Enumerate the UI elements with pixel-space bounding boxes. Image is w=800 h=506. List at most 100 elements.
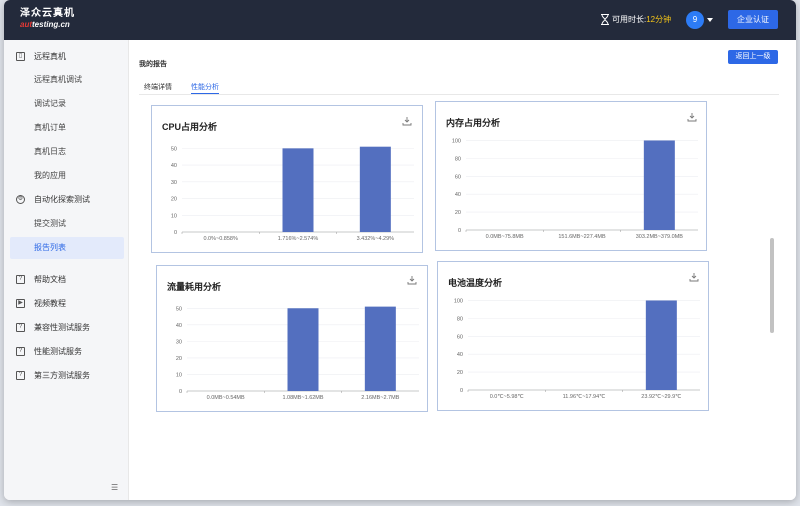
bar — [643, 140, 675, 230]
battery-temp-chart-card: 0 20 40 60 80 100 0.0℃~5.98℃ 11.96℃~17.94℃ 23.92… — [437, 261, 709, 411]
x-tick-label: 0.0MB~0.54MB — [207, 395, 245, 401]
sidebar-item-label: 帮助文档 — [34, 275, 66, 284]
sidebar-subitem-device-logs[interactable]: 真机日志 — [4, 141, 129, 163]
phone-icon: ▯ — [16, 52, 25, 61]
y-tick-label: 60 — [455, 174, 461, 180]
download-icon[interactable] — [687, 112, 697, 122]
y-tick-label: 0 — [174, 230, 177, 236]
bar — [287, 308, 319, 391]
y-tick-label: 10 — [171, 213, 177, 219]
help-icon: ? — [16, 275, 25, 284]
y-tick-label: 100 — [454, 298, 463, 304]
chevron-down-icon[interactable] — [707, 18, 713, 22]
sidebar-item-help-docs[interactable]: ? 帮助文档 — [4, 269, 129, 291]
sidebar-item-label: 远程真机 — [34, 52, 66, 61]
y-tick-label: 50 — [176, 306, 182, 312]
sidebar-item-label: 性能测试服务 — [34, 347, 82, 356]
tabs-divider — [139, 94, 779, 95]
vertical-scrollbar[interactable] — [770, 238, 774, 333]
y-tick-label: 0 — [179, 389, 182, 395]
sidebar-subitem-device-orders[interactable]: 真机订单 — [4, 117, 129, 139]
y-tick-label: 20 — [176, 356, 182, 362]
x-tick-label: 0.0MB~75.8MB — [486, 234, 524, 240]
sidebar-subitem-remote-debug[interactable]: 远程真机调试 — [4, 69, 129, 91]
sidebar-item-label: 第三方测试服务 — [34, 371, 90, 380]
collapse-menu-icon[interactable]: ☰ — [111, 484, 120, 492]
sidebar-item-video-tutorials[interactable]: ▶ 视频教程 — [4, 293, 129, 315]
sidebar-subitem-debug-records[interactable]: 调试记录 — [4, 93, 129, 115]
sidebar-item-compat-service[interactable]: ? 兼容性测试服务 — [4, 317, 129, 339]
bar — [359, 146, 391, 232]
app-window: 泽众云真机 auttesting.cn 可用时长:12分钟 9 企业认证 ▯ 远… — [4, 0, 796, 500]
y-tick-label: 80 — [455, 156, 461, 162]
sidebar: ▯ 远程真机 远程真机调试 调试记录 真机订单 真机日志 我的应用 ⚙ 自动化探… — [4, 40, 129, 500]
logo-cn-text: 泽众云真机 — [20, 8, 75, 19]
cpu-chart-card: 0 10 20 30 40 50 0.0%~0.858% 1.716%~2.574% 3.432… — [151, 105, 423, 253]
chart-title: CPU占用分析 — [162, 122, 218, 132]
video-icon: ▶ — [16, 299, 25, 308]
y-tick-label: 40 — [455, 192, 461, 198]
sidebar-item-remote-device[interactable]: ▯ 远程真机 — [4, 46, 129, 68]
back-button[interactable]: 返回上一级 — [728, 50, 778, 64]
y-tick-label: 10 — [176, 372, 182, 378]
y-tick-label: 80 — [457, 316, 463, 322]
sidebar-item-label: 兼容性测试服务 — [34, 323, 90, 332]
download-icon[interactable] — [689, 272, 699, 282]
x-tick-label: 0.0℃~5.98℃ — [490, 394, 525, 400]
memory-chart-card: 0 20 40 60 80 100 0.0MB~75.8MB 151.6MB~227.4MB 3… — [435, 101, 707, 251]
main-content: 我的报告 返回上一级 终端详情 性能分析 0 10 20 30 40 50 0.0%~0.8… — [129, 40, 796, 500]
page-title: 我的报告 — [139, 61, 167, 68]
sidebar-item-auto-explore[interactable]: ⚙ 自动化探索测试 — [4, 189, 129, 211]
sidebar-subitem-report-list[interactable]: 报告列表 — [10, 237, 124, 259]
x-tick-label: 303.2MB~379.0MB — [636, 234, 684, 240]
enterprise-auth-button[interactable]: 企业认证 — [728, 10, 778, 29]
logo[interactable]: 泽众云真机 auttesting.cn — [20, 8, 75, 30]
avatar[interactable]: 9 — [686, 11, 704, 29]
y-tick-label: 40 — [171, 163, 177, 169]
traffic-chart-card: 0 10 20 30 40 50 0.0MB~0.54MB 1.08MB~1.62MB 2.16… — [156, 265, 428, 412]
y-tick-label: 30 — [176, 339, 182, 345]
gear-icon: ⚙ — [16, 195, 25, 204]
top-bar: 泽众云真机 auttesting.cn 可用时长:12分钟 9 企业认证 — [4, 0, 796, 40]
help-icon: ? — [16, 371, 25, 380]
sidebar-item-perf-service[interactable]: ? 性能测试服务 — [4, 341, 129, 363]
y-tick-label: 100 — [452, 138, 461, 144]
logo-en-text: auttesting.cn — [20, 20, 70, 29]
chart-title: 流量耗用分析 — [167, 282, 222, 292]
sidebar-item-label: 自动化探索测试 — [34, 195, 90, 204]
x-tick-label: 23.92℃~29.9℃ — [641, 394, 682, 400]
bar — [645, 300, 677, 390]
bar — [282, 148, 314, 232]
sidebar-item-label: 视频教程 — [34, 299, 66, 308]
download-icon[interactable] — [407, 275, 417, 285]
y-tick-label: 20 — [455, 210, 461, 216]
x-tick-label: 2.16MB~2.7MB — [361, 395, 399, 401]
x-tick-label: 1.716%~2.574% — [278, 236, 319, 242]
available-time-value: 12分钟 — [646, 15, 672, 24]
sidebar-subitem-my-apps[interactable]: 我的应用 — [4, 165, 129, 187]
bar — [364, 306, 396, 391]
y-tick-label: 50 — [171, 146, 177, 152]
y-tick-label: 20 — [171, 197, 177, 203]
sidebar-item-third-party-service[interactable]: ? 第三方测试服务 — [4, 365, 129, 387]
chart-title: 内存占用分析 — [446, 118, 501, 128]
hourglass-icon — [601, 14, 609, 25]
y-tick-label: 0 — [460, 388, 463, 394]
sidebar-subitem-submit-test[interactable]: 提交测试 — [4, 213, 129, 235]
y-tick-label: 0 — [458, 228, 461, 234]
y-tick-label: 40 — [176, 323, 182, 329]
tab-performance-analysis[interactable]: 性能分析 — [191, 82, 219, 92]
y-tick-label: 30 — [171, 180, 177, 186]
chart-title: 电池温度分析 — [448, 278, 503, 288]
x-tick-label: 11.96℃~17.94℃ — [563, 394, 607, 400]
available-time: 可用时长:12分钟 — [612, 15, 672, 24]
y-tick-label: 40 — [457, 352, 463, 358]
x-tick-label: 0.0%~0.858% — [203, 236, 238, 242]
tab-device-details[interactable]: 终端详情 — [144, 82, 172, 92]
x-tick-label: 151.6MB~227.4MB — [558, 234, 606, 240]
x-tick-label: 3.432%~4.29% — [357, 236, 395, 242]
y-tick-label: 20 — [457, 370, 463, 376]
x-tick-label: 1.08MB~1.62MB — [282, 395, 323, 401]
download-icon[interactable] — [402, 116, 412, 126]
y-tick-label: 60 — [457, 334, 463, 340]
